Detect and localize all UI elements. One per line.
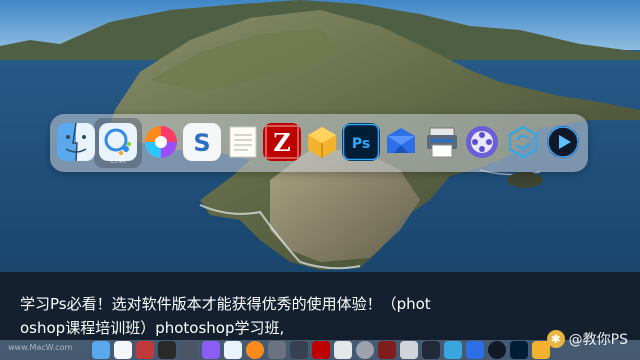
- dock-player-icon[interactable]: [488, 341, 506, 359]
- dock-app-icon[interactable]: [378, 341, 396, 359]
- dock-app-icon[interactable]: [202, 341, 220, 359]
- scrivener-icon[interactable]: S: [183, 123, 221, 161]
- dock-app-icon[interactable]: [268, 341, 286, 359]
- dock-filezilla-icon[interactable]: [312, 341, 330, 359]
- caption-line-2: oshop课程培训班）photoshop学习班,: [20, 319, 285, 337]
- svg-text:S: S: [193, 129, 210, 157]
- dock-app-icon[interactable]: [400, 341, 418, 359]
- dock-photoshop-icon[interactable]: [510, 341, 528, 359]
- notes-icon[interactable]: [224, 123, 262, 161]
- photoshop-icon[interactable]: Ps: [342, 123, 380, 161]
- caption-line-1: 学习Ps必看！选对软件版本才能获得优秀的使用体验！（phot: [20, 295, 431, 313]
- dock-app-icon[interactable]: [334, 341, 352, 359]
- dock-app-icon[interactable]: [136, 341, 154, 359]
- watermark: ✱ @教你PS: [546, 328, 628, 350]
- dock-scrivener-icon[interactable]: [114, 341, 132, 359]
- dock-app-icon[interactable]: [422, 341, 440, 359]
- dock-url-watermark: www.MacW.com: [8, 343, 73, 352]
- sketchup-icon[interactable]: [303, 123, 341, 161]
- dock-wechat-work-icon[interactable]: [224, 341, 242, 359]
- caption-overlay: 学习Ps必看！选对软件版本才能获得优秀的使用体验！（phot oshop课程培训…: [0, 272, 640, 340]
- filezilla-icon[interactable]: Z: [263, 123, 301, 161]
- printer-icon[interactable]: [423, 123, 461, 161]
- dock-app-icon[interactable]: [180, 341, 198, 359]
- svg-text:Z: Z: [273, 128, 291, 157]
- photoshop-icon-label: Ps: [352, 136, 370, 152]
- dock-finder-icon[interactable]: [92, 341, 110, 359]
- movie-app-icon[interactable]: [463, 123, 501, 161]
- dock-app-icon[interactable]: [290, 341, 308, 359]
- dock-sync-icon[interactable]: [444, 341, 462, 359]
- player-icon[interactable]: [544, 123, 582, 161]
- dock-app-icon[interactable]: [356, 341, 374, 359]
- mail-icon[interactable]: [382, 123, 420, 161]
- dock: www.MacW.com: [0, 340, 640, 360]
- wechat-work-icon[interactable]: [99, 123, 137, 161]
- dock-color-wheel-icon[interactable]: [246, 341, 264, 359]
- app-switcher-selected-label: 企业微信: [110, 158, 126, 163]
- dock-app-icon[interactable]: [158, 341, 176, 359]
- watermark-text: @教你PS: [568, 332, 628, 348]
- finder-icon[interactable]: [57, 123, 95, 161]
- caption-text: 学习Ps必看！选对软件版本才能获得优秀的使用体验！（phot oshop课程培训…: [20, 292, 610, 340]
- app-switcher: 企业微信 S Z Ps: [50, 114, 588, 172]
- watermark-logo-icon: ✱: [546, 330, 565, 348]
- color-wheel-icon[interactable]: [142, 123, 180, 161]
- sync-icon[interactable]: [504, 123, 542, 161]
- dock-mail-icon[interactable]: [466, 341, 484, 359]
